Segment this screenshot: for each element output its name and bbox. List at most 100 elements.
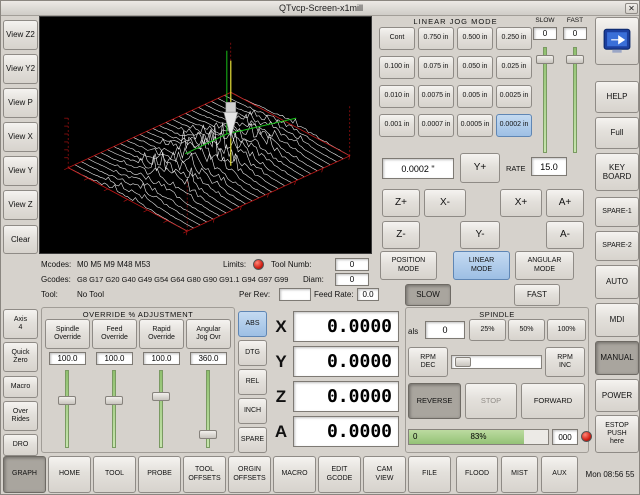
slider-thumb[interactable]: [566, 55, 584, 64]
tab-edit-gcode[interactable]: EDIT GCODE: [318, 456, 361, 493]
tab-graph[interactable]: GRAPH: [3, 456, 46, 493]
jog-increment[interactable]: 0.0025 in: [496, 85, 532, 108]
jog-increment[interactable]: 0.0005 in: [457, 114, 493, 137]
help-button[interactable]: HELP: [595, 81, 639, 113]
spindle-25-button[interactable]: 25%: [469, 319, 506, 341]
jog-increment[interactable]: 0.001 in: [379, 114, 415, 137]
dro-rel-button[interactable]: REL: [238, 369, 267, 395]
tab-macro[interactable]: MACRO: [273, 456, 316, 493]
close-icon[interactable]: ✕: [625, 3, 638, 14]
jog-increment[interactable]: 0.0075 in: [418, 85, 454, 108]
tab-origin-offsets[interactable]: ORGIN OFFSETS: [228, 456, 271, 493]
jog-increment[interactable]: 0.750 in: [418, 27, 454, 50]
slider-thumb[interactable]: [455, 357, 471, 367]
jog-increment[interactable]: 0.050 in: [457, 56, 493, 79]
aux-button[interactable]: AUX: [541, 456, 578, 493]
feed-override-slider[interactable]: [105, 368, 123, 450]
slider-thumb[interactable]: [536, 55, 554, 64]
angular-mode-button[interactable]: ANGULAR MODE: [515, 251, 574, 280]
tab-tool-offsets[interactable]: TOOL OFFSETS: [183, 456, 226, 493]
jog-x-plus-button[interactable]: X+: [500, 189, 542, 217]
keyboard-button[interactable]: KEY BOARD: [595, 153, 639, 191]
spare2-button[interactable]: SPARE-2: [595, 231, 639, 261]
tab-home[interactable]: HOME: [48, 456, 91, 493]
jog-x-minus-button[interactable]: X-: [424, 189, 466, 217]
spindle-rpm-slider[interactable]: [451, 355, 542, 369]
spindle-100-button[interactable]: 100%: [547, 319, 586, 341]
jog-y-plus-button[interactable]: Y+: [460, 153, 500, 183]
quick-zero-button[interactable]: Quick Zero: [3, 342, 38, 372]
spindle-reverse-button[interactable]: REVERSE: [408, 383, 461, 419]
fullscreen-button[interactable]: Full: [595, 117, 639, 149]
view-x-button[interactable]: View X: [3, 122, 38, 152]
fast-speed-slider[interactable]: [566, 45, 584, 155]
exit-button[interactable]: [595, 17, 639, 65]
dro-inch-button[interactable]: INCH: [238, 398, 267, 424]
rpm-inc-button[interactable]: RPM INC: [545, 347, 585, 377]
spindle-forward-button[interactable]: FORWARD: [521, 383, 585, 419]
angular-jog-override-button[interactable]: Angular Jog Ovr: [186, 319, 231, 349]
jog-increment[interactable]: 0.075 in: [418, 56, 454, 79]
mdi-mode-button[interactable]: MDI: [595, 303, 639, 337]
feed-override-button[interactable]: Feed Override: [92, 319, 137, 349]
view-z2-button[interactable]: View Z2: [3, 20, 38, 50]
fast-slider-label: FAST: [562, 17, 588, 24]
rpm-dec-button[interactable]: RPM DEC: [408, 347, 448, 377]
estop-button[interactable]: ESTOP PUSH here: [595, 415, 639, 453]
spindle-stop-button[interactable]: STOP: [465, 383, 517, 419]
dro-spare-button[interactable]: SPARE: [238, 427, 267, 453]
overrides-tab-button[interactable]: Over Rides: [3, 401, 38, 431]
dro-tab-button[interactable]: DRO: [3, 434, 38, 456]
fast-jog-button[interactable]: FAST: [514, 284, 560, 306]
auto-mode-button[interactable]: AUTO: [595, 265, 639, 299]
slow-jog-button[interactable]: SLOW: [405, 284, 451, 306]
jog-a-minus-button[interactable]: A-: [546, 221, 584, 249]
gcode-preview[interactable]: [39, 16, 372, 254]
slider-thumb[interactable]: [58, 396, 76, 405]
flood-button[interactable]: FLOOD: [456, 456, 498, 493]
view-p-button[interactable]: View P: [3, 88, 38, 118]
jog-increment[interactable]: 0.500 in: [457, 27, 493, 50]
spindle-50-button[interactable]: 50%: [508, 319, 545, 341]
power-button[interactable]: POWER: [595, 379, 639, 412]
slow-speed-slider[interactable]: [536, 45, 554, 155]
dro-abs-button[interactable]: ABS: [238, 311, 267, 337]
spindle-override-button[interactable]: Spindle Override: [45, 319, 90, 349]
mist-button[interactable]: MIST: [501, 456, 538, 493]
dro-dtg-button[interactable]: DTG: [238, 340, 267, 366]
jog-z-plus-button[interactable]: Z+: [382, 189, 420, 217]
tab-probe[interactable]: PROBE: [138, 456, 181, 493]
clear-view-button[interactable]: Clear: [3, 225, 38, 254]
tab-cam-view[interactable]: CAM VIEW: [363, 456, 406, 493]
slider-thumb[interactable]: [152, 392, 170, 401]
spare1-button[interactable]: SPARE-1: [595, 197, 639, 227]
jog-increment[interactable]: 0.010 in: [379, 85, 415, 108]
jog-y-minus-button[interactable]: Y-: [460, 221, 500, 249]
macro-tab-button[interactable]: Macro: [3, 376, 38, 398]
view-z-button[interactable]: View Z: [3, 190, 38, 220]
jog-increment[interactable]: 0.100 in: [379, 56, 415, 79]
jog-increment[interactable]: 0.025 in: [496, 56, 532, 79]
jog-increment[interactable]: 0.005 in: [457, 85, 493, 108]
rapid-override-display: 100.0: [143, 352, 180, 365]
tab-tool[interactable]: TOOL: [93, 456, 136, 493]
slider-thumb[interactable]: [199, 430, 217, 439]
axis-select-button[interactable]: Axis 4: [3, 309, 38, 339]
jog-increment[interactable]: 0.0007 in: [418, 114, 454, 137]
jog-increment[interactable]: 0.250 in: [496, 27, 532, 50]
angular-jog-override-slider[interactable]: [199, 368, 217, 450]
rapid-override-slider[interactable]: [152, 368, 170, 450]
position-mode-button[interactable]: POSITION MODE: [380, 251, 437, 280]
view-y2-button[interactable]: View Y2: [3, 54, 38, 84]
jog-increment-selected[interactable]: 0.0002 in: [496, 114, 532, 137]
view-y-button[interactable]: View Y: [3, 156, 38, 186]
slider-thumb[interactable]: [105, 396, 123, 405]
jog-a-plus-button[interactable]: A+: [546, 189, 584, 217]
manual-mode-button[interactable]: MANUAL: [595, 341, 639, 375]
rapid-override-button[interactable]: Rapid Override: [139, 319, 184, 349]
jog-increment-cont[interactable]: Cont: [379, 27, 415, 50]
spindle-override-slider[interactable]: [58, 368, 76, 450]
linear-mode-button[interactable]: LINEAR MODE: [453, 251, 510, 280]
jog-z-minus-button[interactable]: Z-: [382, 221, 420, 249]
tab-file[interactable]: FILE: [408, 456, 451, 493]
